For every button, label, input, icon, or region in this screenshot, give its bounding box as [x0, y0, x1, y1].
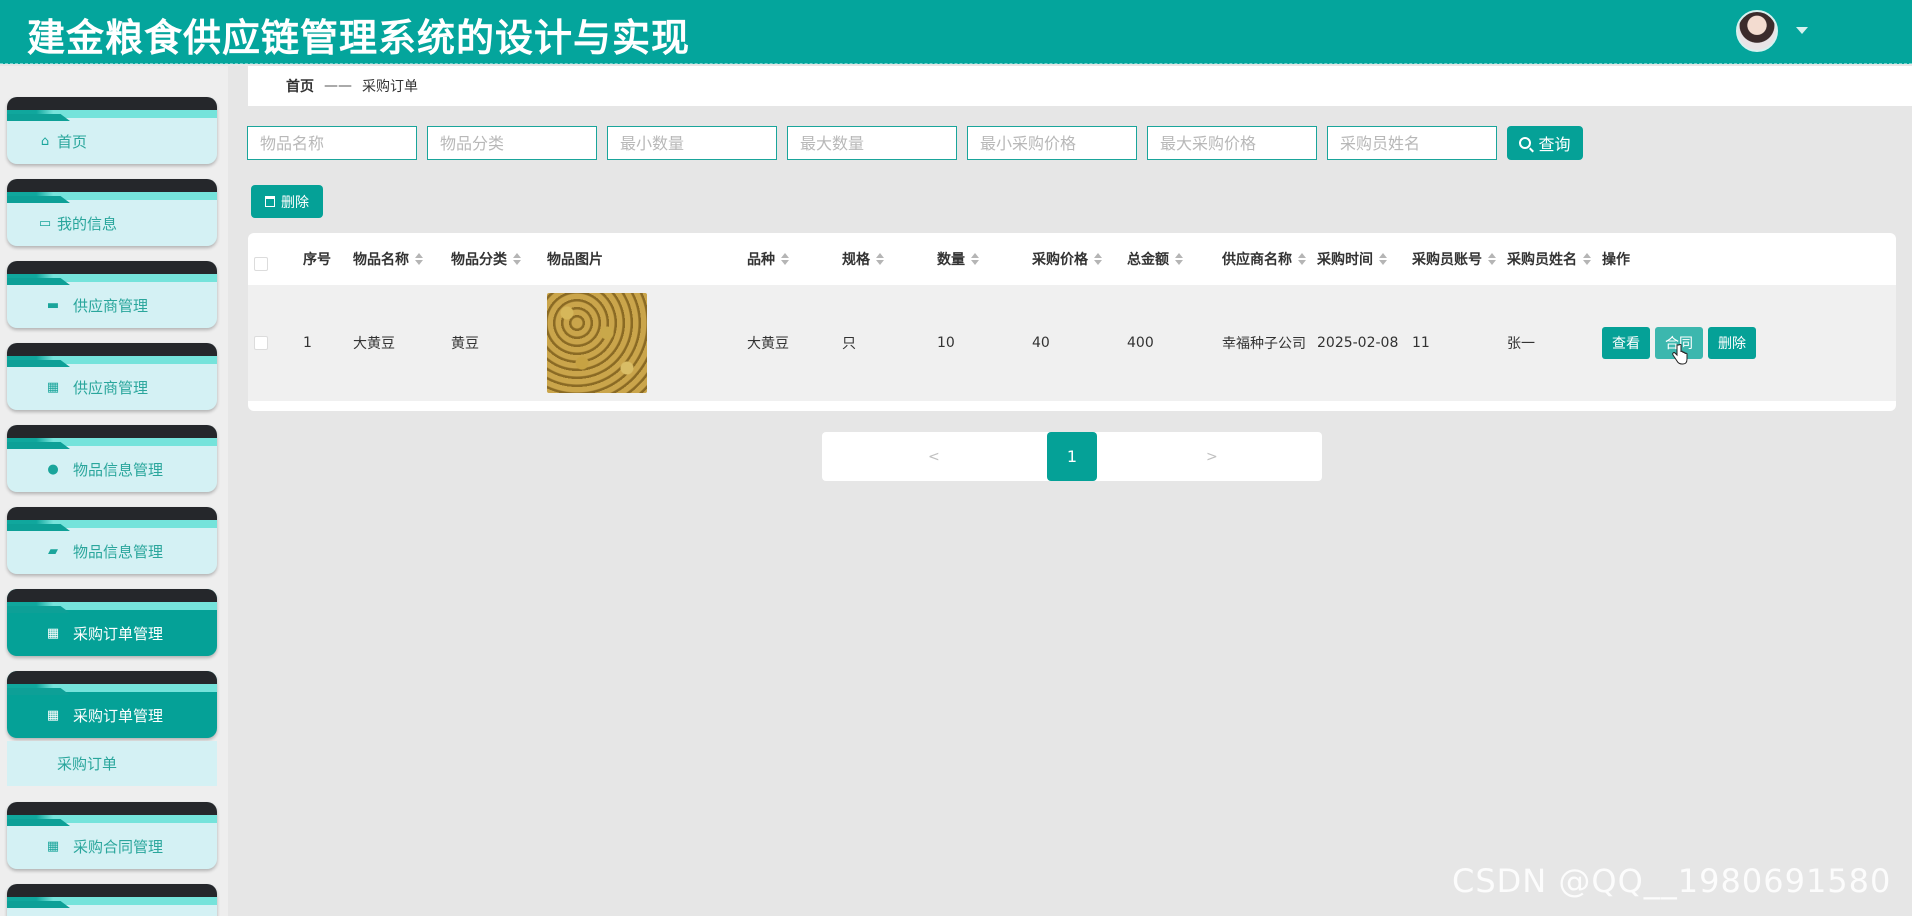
cell-time: 2025-02-08 [1317, 335, 1399, 351]
search-buyer-name-input[interactable] [1327, 126, 1497, 160]
prev-page-button[interactable]: < [928, 432, 940, 481]
chevron-down-icon[interactable] [1796, 27, 1808, 34]
trash-icon [265, 196, 275, 207]
col-index: 序号 [303, 252, 331, 268]
cell-index: 1 [303, 335, 312, 351]
user-icon: ● [47, 461, 59, 477]
cell-supplier: 幸福种子公司 [1222, 336, 1306, 352]
grid-icon: ▦ [46, 707, 60, 723]
cell-total: 400 [1127, 335, 1154, 351]
search-max-price-input[interactable] [1147, 126, 1317, 160]
cell-price: 40 [1032, 335, 1050, 351]
col-quantity[interactable]: 数量 [937, 233, 979, 285]
sidebar-item-home[interactable]: ⌂ 首页 [7, 97, 217, 164]
cell-buyer-account: 11 [1412, 335, 1430, 351]
sort-icon [1175, 253, 1183, 265]
col-goods-category[interactable]: 物品分类 [451, 233, 521, 285]
sort-icon [1094, 253, 1102, 265]
col-time[interactable]: 采购时间 [1317, 233, 1387, 285]
view-button[interactable]: 查看 [1602, 327, 1650, 359]
cell-goods-image [547, 285, 647, 401]
sort-icon [971, 253, 979, 265]
col-goods-name[interactable]: 物品名称 [353, 233, 423, 285]
sidebar: ⌂ 首页 ▭ 我的信息 ▬ 供应商管理 ▦ 供应商管理 ● 物品信息管理 ▰ 物… [0, 66, 228, 916]
sidebar-item-purchase-contract[interactable]: ▦ 采购合同管理 [7, 802, 217, 869]
col-buyer-name[interactable]: 采购员姓名 [1507, 233, 1591, 285]
sidebar-item-more[interactable] [7, 884, 217, 916]
cell-buyer-name: 张一 [1507, 336, 1535, 352]
sort-icon [1379, 253, 1387, 265]
breadcrumb-current: 采购订单 [362, 79, 418, 95]
sidebar-item-my-info[interactable]: ▭ 我的信息 [7, 179, 217, 246]
search-max-quantity-input[interactable] [787, 126, 957, 160]
delete-button[interactable]: 删除 [1708, 327, 1756, 359]
sort-icon [1583, 253, 1591, 265]
grid-icon: ▦ [46, 625, 60, 641]
cell-actions: 查看 合同 删除 [1602, 285, 1761, 401]
sort-icon [1298, 253, 1306, 265]
col-spec[interactable]: 规格 [842, 233, 884, 285]
sort-icon [513, 253, 521, 265]
watermark: CSDN @QQ__1980691580 [1452, 862, 1892, 900]
app-title: 建金粮食供应链管理系统的设计与实现 [27, 16, 691, 60]
breadcrumb-separator: —— [324, 78, 352, 94]
grid-icon: ▦ [46, 379, 60, 395]
col-goods-image: 物品图片 [547, 252, 603, 268]
sidebar-item-supplier-2[interactable]: ▦ 供应商管理 [7, 343, 217, 410]
search-min-quantity-input[interactable] [607, 126, 777, 160]
ticket-icon: ▰ [48, 543, 58, 559]
cell-variety: 大黄豆 [747, 336, 789, 352]
home-icon: ⌂ [40, 133, 50, 149]
purchase-order-table: 序号 物品名称 物品分类 物品图片 品种 规格 数量 采购价格 总金额 供应商名… [248, 233, 1896, 411]
breadcrumb: 首页 —— 采购订单 [248, 66, 1912, 106]
search-button[interactable]: 查询 [1507, 126, 1583, 160]
grid-icon: ▦ [46, 838, 60, 854]
cell-goods-category: 黄豆 [451, 336, 479, 352]
table-header: 序号 物品名称 物品分类 物品图片 品种 规格 数量 采购价格 总金额 供应商名… [248, 233, 1896, 285]
search-min-price-input[interactable] [967, 126, 1137, 160]
sidebar-item-goods-1[interactable]: ● 物品信息管理 [7, 425, 217, 492]
sidebar-item-supplier-1[interactable]: ▬ 供应商管理 [7, 261, 217, 328]
soybean-image[interactable] [547, 293, 647, 393]
sort-icon [415, 253, 423, 265]
table-row: 1 大黄豆 黄豆 大黄豆 只 10 40 400 幸福种子公司 2025-02-… [248, 285, 1896, 401]
sort-icon [876, 253, 884, 265]
briefcase-icon: ▬ [46, 297, 60, 313]
user-avatar[interactable] [1736, 10, 1778, 52]
cell-quantity: 10 [937, 335, 955, 351]
next-page-button[interactable]: > [1206, 432, 1218, 481]
sidebar-item-purchase-order-1[interactable]: ▦ 采购订单管理 [7, 589, 217, 656]
page-number-button[interactable]: 1 [1047, 432, 1097, 481]
cell-goods-name: 大黄豆 [353, 336, 395, 352]
breadcrumb-home[interactable]: 首页 [286, 76, 314, 96]
col-price[interactable]: 采购价格 [1032, 233, 1102, 285]
search-goods-name-input[interactable] [247, 126, 417, 160]
col-supplier[interactable]: 供应商名称 [1222, 233, 1306, 285]
row-checkbox[interactable] [254, 336, 268, 350]
select-all-checkbox[interactable] [254, 257, 268, 271]
sort-icon [1488, 253, 1496, 265]
sidebar-subitem-purchase-order[interactable]: 采购订单 [7, 741, 217, 786]
app-header: 建金粮食供应链管理系统的设计与实现 [0, 0, 1912, 64]
hand-cursor-icon [1672, 344, 1688, 365]
sidebar-item-purchase-order-2[interactable]: ▦ 采购订单管理 [7, 671, 217, 738]
batch-delete-button[interactable]: 删除 [251, 185, 323, 218]
pagination: < 1 > [822, 432, 1322, 481]
col-variety[interactable]: 品种 [747, 233, 789, 285]
col-actions: 操作 [1602, 252, 1630, 268]
card-icon: ▭ [38, 215, 52, 231]
col-total[interactable]: 总金额 [1127, 233, 1183, 285]
cell-spec: 只 [842, 336, 856, 352]
search-icon [1519, 137, 1532, 149]
sidebar-item-goods-2[interactable]: ▰ 物品信息管理 [7, 507, 217, 574]
search-goods-category-input[interactable] [427, 126, 597, 160]
sort-icon [781, 253, 789, 265]
col-buyer-account[interactable]: 采购员账号 [1412, 233, 1496, 285]
